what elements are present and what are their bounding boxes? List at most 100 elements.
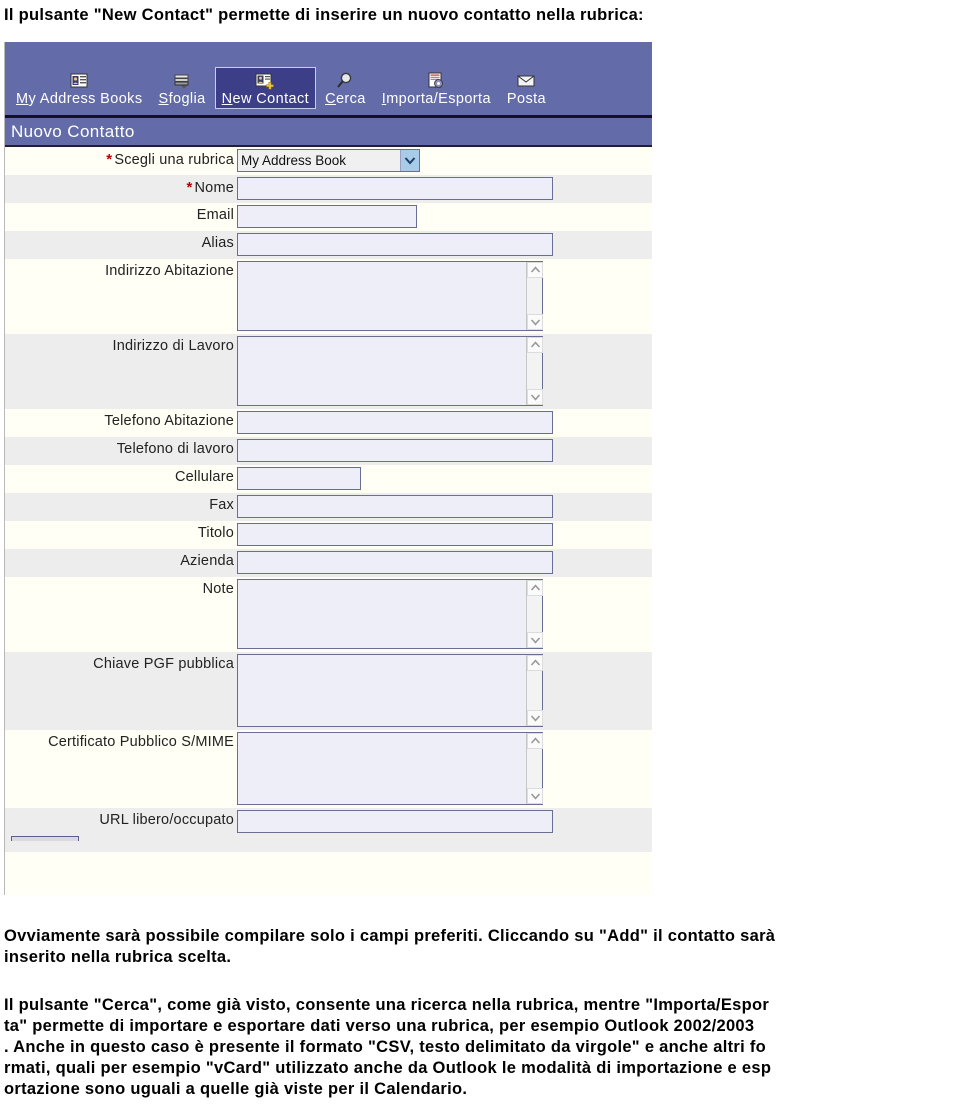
- import-export-icon: [425, 71, 447, 91]
- field-control-cellulare: [237, 465, 361, 493]
- form-row-alias: Alias: [5, 231, 652, 259]
- scrollbar-indirizzo-di-lavoro[interactable]: [526, 337, 543, 405]
- field-label-text: Indirizzo Abitazione: [105, 263, 234, 279]
- textarea-wrapper-indirizzo-di-lavoro: [237, 336, 543, 406]
- form-title-bar: Nuovo Contatto: [5, 118, 652, 147]
- textarea-indirizzo-di-lavoro[interactable]: [238, 337, 542, 405]
- field-label-telefono-di-lavoro: Telefono di lavoro: [5, 437, 237, 457]
- textarea-wrapper-note: [237, 579, 543, 649]
- field-control-fax: [237, 493, 553, 521]
- input-nome[interactable]: [237, 177, 553, 200]
- field-label-text: Nome: [194, 180, 234, 196]
- input-azienda[interactable]: [237, 551, 553, 574]
- scrollbar-note[interactable]: [526, 580, 543, 648]
- field-label-url-libero-occupato: URL libero/occupato: [5, 808, 237, 828]
- scroll-down-icon[interactable]: [527, 632, 543, 648]
- scroll-down-icon[interactable]: [527, 710, 543, 726]
- form-row-cellulare: Cellulare: [5, 465, 652, 493]
- chevron-down-icon[interactable]: [400, 150, 419, 171]
- toolbar-label-my-address-books: My Address Books: [16, 91, 143, 107]
- field-control-scegli-una-rubrica: My Address Book: [237, 147, 420, 175]
- intro-text-line: Il pulsante "New Contact" permette di in…: [4, 6, 644, 24]
- address-book-select[interactable]: My Address Book: [237, 149, 420, 172]
- textarea-certificato-pubblico-s-mime[interactable]: [238, 733, 542, 804]
- toolbar-label-sfoglia: Sfoglia: [158, 91, 206, 107]
- field-label-fax: Fax: [5, 493, 237, 513]
- scrollbar-indirizzo-abitazione[interactable]: [526, 262, 543, 330]
- toolbar-item-sfoglia[interactable]: Sfoglia: [151, 67, 212, 109]
- input-alias[interactable]: [237, 233, 553, 256]
- form-row-titolo: Titolo: [5, 521, 652, 549]
- form-row-nome: * Nome: [5, 175, 652, 203]
- field-label-text: Telefono Abitazione: [104, 413, 234, 429]
- field-control-titolo: [237, 521, 553, 549]
- form-row-azienda: Azienda: [5, 549, 652, 577]
- required-asterisk: *: [106, 151, 113, 168]
- input-telefono-di-lavoro[interactable]: [237, 439, 553, 462]
- scroll-up-icon[interactable]: [527, 262, 543, 278]
- input-cellulare[interactable]: [237, 467, 361, 490]
- form-row-chiave-pgf-pubblica: Chiave PGF pubblica: [5, 652, 652, 730]
- scroll-up-icon[interactable]: [527, 580, 543, 596]
- textarea-wrapper-certificato-pubblico-s-mime: [237, 732, 543, 805]
- toolbar-label-new-contact: New Contact: [221, 91, 310, 107]
- scroll-down-icon[interactable]: [527, 314, 543, 330]
- field-control-telefono-abitazione: [237, 409, 553, 437]
- scroll-up-icon[interactable]: [527, 733, 543, 749]
- intro-paragraph: Il pulsante "New Contact" permette di in…: [4, 5, 954, 26]
- scrollbar-chiave-pgf-pubblica[interactable]: [526, 655, 543, 726]
- toolbar-label-importa-esporta: Importa/Esporta: [381, 91, 491, 107]
- form-row-scegli-una-rubrica: * Scegli una rubrica My Address Book: [5, 147, 652, 175]
- textarea-indirizzo-abitazione[interactable]: [238, 262, 542, 330]
- paragraph-two-line-3: . Anche in questo caso è presente il for…: [4, 1038, 767, 1056]
- scroll-up-icon[interactable]: [527, 337, 543, 353]
- envelope-icon: [515, 71, 537, 91]
- field-control-url-libero-occupato: [237, 808, 553, 836]
- paragraph-two-line-1: Il pulsante "Cerca", come già visto, con…: [4, 996, 770, 1014]
- scroll-down-icon[interactable]: [527, 788, 543, 804]
- field-control-indirizzo-di-lavoro: [237, 334, 543, 409]
- address-book-select-value: My Address Book: [238, 150, 400, 171]
- app-toolbar: My Address Books Sfoglia New Contact Cer…: [5, 42, 652, 118]
- field-control-certificato-pubblico-s-mime: [237, 730, 543, 808]
- form-row-telefono-abitazione: Telefono Abitazione: [5, 409, 652, 437]
- form-row-fax: Fax: [5, 493, 652, 521]
- textarea-wrapper-chiave-pgf-pubblica: [237, 654, 543, 727]
- toolbar-item-my-address-books[interactable]: My Address Books: [9, 67, 149, 109]
- toolbar-item-new-contact[interactable]: New Contact: [214, 67, 317, 109]
- form-row-telefono-di-lavoro: Telefono di lavoro: [5, 437, 652, 465]
- add-button-cropped[interactable]: [11, 836, 79, 841]
- toolbar-item-posta[interactable]: Posta: [500, 67, 553, 109]
- input-telefono-abitazione[interactable]: [237, 411, 553, 434]
- form-row-certificato-pubblico-s-mime: Certificato Pubblico S/MIME: [5, 730, 652, 808]
- paragraph-two-line-2: ta" permette di importare e esportare da…: [4, 1017, 755, 1035]
- toolbar-item-importa-esporta[interactable]: Importa/Esporta: [375, 67, 498, 109]
- textarea-note[interactable]: [238, 580, 542, 648]
- paragraph-two: Il pulsante "Cerca", come già visto, con…: [4, 995, 960, 1100]
- paragraph-two-line-5: ortazione sono uguali a quelle già viste…: [4, 1080, 468, 1098]
- page-title: Nuovo Contatto: [11, 121, 135, 141]
- form-bottom-strip: [5, 836, 652, 852]
- textarea-chiave-pgf-pubblica[interactable]: [238, 655, 542, 726]
- field-label-text: URL libero/occupato: [99, 812, 234, 828]
- field-label-alias: Alias: [5, 231, 237, 251]
- scrollbar-certificato-pubblico-s-mime[interactable]: [526, 733, 543, 804]
- input-email[interactable]: [237, 205, 417, 228]
- magnifier-icon: [334, 71, 356, 91]
- address-book-icon: [68, 71, 90, 91]
- toolbar-item-cerca[interactable]: Cerca: [318, 67, 373, 109]
- toolbar-label-cerca: Cerca: [325, 91, 366, 107]
- field-label-email: Email: [5, 203, 237, 223]
- field-label-scegli-una-rubrica: * Scegli una rubrica: [5, 147, 237, 168]
- scroll-up-icon[interactable]: [527, 655, 543, 671]
- paragraph-one-line-1: Ovviamente sarà possibile compilare solo…: [4, 927, 776, 945]
- field-label-indirizzo-di-lavoro: Indirizzo di Lavoro: [5, 334, 237, 354]
- field-label-chiave-pgf-pubblica: Chiave PGF pubblica: [5, 652, 237, 672]
- field-label-text: Certificato Pubblico S/MIME: [48, 734, 234, 750]
- field-label-text: Fax: [209, 497, 234, 513]
- input-fax[interactable]: [237, 495, 553, 518]
- field-label-certificato-pubblico-s-mime: Certificato Pubblico S/MIME: [5, 730, 237, 750]
- input-titolo[interactable]: [237, 523, 553, 546]
- input-url-libero-occupato[interactable]: [237, 810, 553, 833]
- scroll-down-icon[interactable]: [527, 389, 543, 405]
